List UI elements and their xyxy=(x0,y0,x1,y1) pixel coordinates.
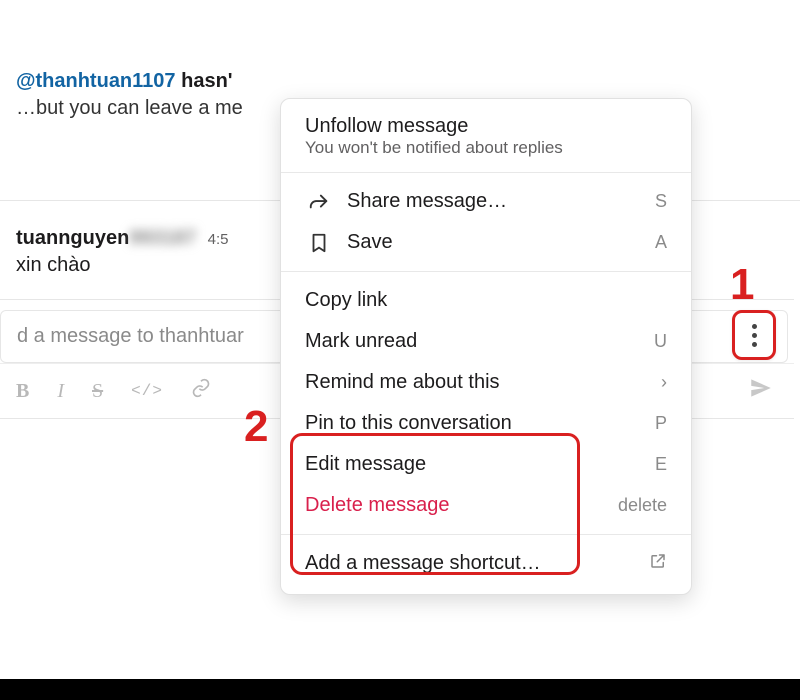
menu-item-remind[interactable]: Remind me about this › xyxy=(281,362,691,403)
keyboard-shortcut: A xyxy=(655,232,667,253)
menu-item-delete[interactable]: Delete message delete xyxy=(281,485,691,526)
strikethrough-button[interactable]: S xyxy=(92,380,103,403)
chevron-right-icon: › xyxy=(661,372,667,393)
keyboard-shortcut: U xyxy=(654,331,667,352)
user-mention-blurred: 1107 xyxy=(132,70,175,92)
keyboard-shortcut: delete xyxy=(618,495,667,516)
menu-item-label: Edit message xyxy=(305,453,655,476)
kebab-dot xyxy=(752,324,757,329)
menu-item-share[interactable]: Share message… S xyxy=(281,181,691,222)
message-text-fragment: hasn' xyxy=(176,70,233,92)
link-button[interactable] xyxy=(191,378,211,404)
bold-button[interactable]: B xyxy=(16,380,29,403)
menu-item-mark-unread[interactable]: Mark unread U xyxy=(281,321,691,362)
menu-item-edit[interactable]: Edit message E xyxy=(281,444,691,485)
more-actions-button[interactable] xyxy=(732,310,776,360)
external-link-icon xyxy=(649,552,667,575)
menu-item-copy-link[interactable]: Copy link xyxy=(281,280,691,321)
keyboard-shortcut: S xyxy=(655,191,667,212)
italic-button[interactable]: I xyxy=(57,380,64,403)
menu-separator xyxy=(281,271,691,272)
unfollow-subtitle: You won't be notified about replies xyxy=(281,138,691,164)
menu-item-label: Delete message xyxy=(305,494,618,517)
bookmark-icon xyxy=(305,232,333,254)
menu-item-label: Pin to this conversation xyxy=(305,412,655,435)
menu-separator xyxy=(281,534,691,535)
message-timestamp: 4:5 xyxy=(208,231,229,248)
message-line-1: @thanhtuan1107 hasn' xyxy=(16,70,784,93)
menu-item-label: Mark unread xyxy=(305,330,654,353)
menu-item-label: Copy link xyxy=(305,289,667,312)
menu-item-label: Save xyxy=(347,231,655,254)
menu-item-label: Add a message shortcut… xyxy=(305,552,649,575)
message-sender-blurred: 993187 xyxy=(129,227,196,249)
keyboard-shortcut: P xyxy=(655,413,667,434)
send-button[interactable] xyxy=(748,375,774,407)
menu-separator xyxy=(281,172,691,173)
notification-banner: o enable notifications. Ena ✕ xyxy=(0,679,800,700)
menu-item-save[interactable]: Save A xyxy=(281,222,691,263)
keyboard-shortcut: E xyxy=(655,454,667,475)
user-mention[interactable]: @thanhtuan xyxy=(16,70,132,92)
message-context-menu: Unfollow message You won't be notified a… xyxy=(280,98,692,595)
menu-item-pin[interactable]: Pin to this conversation P xyxy=(281,403,691,444)
code-button[interactable]: </> xyxy=(131,382,163,400)
menu-item-label: Share message… xyxy=(347,190,655,213)
message-input-placeholder-fragment: d a message to thanhtuar xyxy=(17,325,244,347)
unfollow-title: Unfollow message xyxy=(281,109,691,138)
annotation-callout-1: 1 xyxy=(730,260,754,310)
message-sender[interactable]: tuannguyen xyxy=(16,227,129,249)
annotation-callout-2: 2 xyxy=(244,402,268,452)
menu-item-label: Remind me about this xyxy=(305,371,661,394)
menu-item-add-shortcut[interactable]: Add a message shortcut… xyxy=(281,543,691,584)
kebab-dot xyxy=(752,342,757,347)
kebab-dot xyxy=(752,333,757,338)
menu-header[interactable]: Unfollow message You won't be notified a… xyxy=(281,109,691,164)
share-icon xyxy=(305,191,333,213)
